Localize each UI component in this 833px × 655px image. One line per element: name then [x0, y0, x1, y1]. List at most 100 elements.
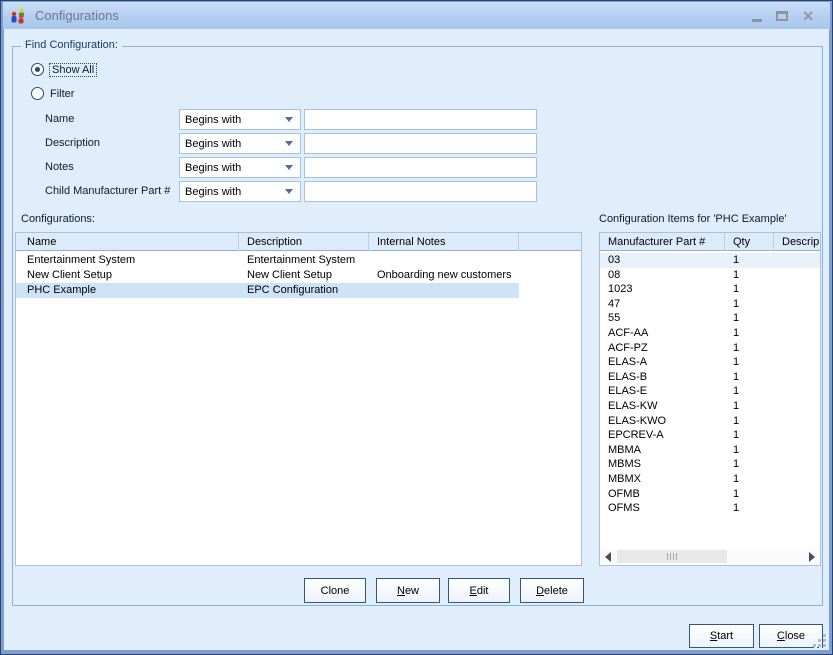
chevron-down-icon[interactable] — [285, 189, 293, 194]
cell-part: 55 — [600, 311, 725, 326]
item-row[interactable]: 031 — [600, 253, 820, 268]
cell-part: ACF-AA — [600, 326, 725, 341]
chevron-down-icon[interactable] — [285, 165, 293, 170]
cell-part: OFMB — [600, 487, 725, 502]
child-part-operator-value: Begins with — [180, 186, 241, 198]
description-operator-combo[interactable]: Begins with — [179, 133, 301, 154]
cell-qty: 1 — [725, 414, 774, 429]
configuration-items-label: Configuration Items for 'PHC Example' — [599, 213, 787, 225]
configurations-list[interactable]: Name Description Internal Notes Entertai… — [15, 232, 582, 566]
column-header-qty[interactable]: Qty — [725, 233, 774, 251]
cell-part: 03 — [600, 253, 725, 268]
item-row[interactable]: 10231 — [600, 282, 820, 297]
column-header-name[interactable]: Name — [16, 233, 239, 251]
column-header-internal-notes[interactable]: Internal Notes — [369, 233, 519, 251]
chevron-down-icon[interactable] — [285, 141, 293, 146]
new-button[interactable]: New — [376, 578, 440, 603]
delete-button[interactable]: Delete — [520, 578, 584, 603]
cell-part: MBMX — [600, 472, 725, 487]
cell-internal-notes — [369, 253, 519, 268]
radio-filter[interactable]: Filter — [31, 87, 74, 100]
item-row[interactable]: 551 — [600, 311, 820, 326]
scrollbar-thumb[interactable] — [617, 550, 727, 563]
radio-filter-label[interactable]: Filter — [50, 88, 74, 100]
child-part-filter-input[interactable] — [304, 181, 537, 202]
cell-qty: 1 — [725, 326, 774, 341]
configurations-list-header: Name Description Internal Notes — [16, 233, 581, 251]
item-row[interactable]: ELAS-B1 — [600, 370, 820, 385]
cell-qty: 1 — [725, 457, 774, 472]
edit-button[interactable]: Edit — [448, 578, 510, 603]
close-icon[interactable]: ✕ — [802, 9, 814, 23]
cell-qty: 1 — [725, 268, 774, 283]
cell-part: 47 — [600, 297, 725, 312]
child-part-operator-combo[interactable]: Begins with — [179, 181, 301, 202]
scroll-left-icon[interactable] — [605, 552, 611, 562]
cell-description: EPC Configuration — [239, 283, 369, 298]
radio-show-all-label[interactable]: Show All — [50, 64, 96, 76]
cell-qty: 1 — [725, 355, 774, 370]
cell-part: 08 — [600, 268, 725, 283]
chevron-down-icon[interactable] — [285, 117, 293, 122]
clone-button[interactable]: Clone — [304, 578, 366, 603]
configurations-dialog: Configurations ✕ Find Configuration: Sho… — [0, 0, 833, 655]
cell-part: EPCREV-A — [600, 428, 725, 443]
item-row[interactable]: ELAS-KWO1 — [600, 414, 820, 429]
cell-internal-notes: Onboarding new customers — [369, 268, 519, 283]
app-icon — [10, 7, 27, 24]
horizontal-scrollbar[interactable] — [601, 549, 819, 564]
filter-label-name: Name — [45, 113, 74, 125]
radio-show-all-circle[interactable] — [31, 63, 44, 76]
cell-part: ELAS-E — [600, 384, 725, 399]
column-header-empty[interactable] — [519, 233, 581, 251]
thumb-grip-icon — [667, 553, 678, 560]
item-row[interactable]: EPCREV-A1 — [600, 428, 820, 443]
scroll-right-icon[interactable] — [809, 552, 815, 562]
radio-show-all[interactable]: Show All — [31, 63, 96, 76]
column-header-description[interactable]: Description — [239, 233, 369, 251]
item-row[interactable]: MBMA1 — [600, 443, 820, 458]
dialog-content: Find Configuration: Show All Filter Name… — [4, 29, 829, 650]
notes-operator-combo[interactable]: Begins with — [179, 157, 301, 178]
item-row[interactable]: 081 — [600, 268, 820, 283]
cell-part: ACF-PZ — [600, 341, 725, 356]
cell-qty: 1 — [725, 297, 774, 312]
resize-grip[interactable] — [814, 635, 826, 647]
configuration-row-selected[interactable]: PHC Example EPC Configuration — [16, 283, 581, 298]
minimize-icon[interactable] — [752, 19, 762, 22]
column-header-manufacturer-part[interactable]: Manufacturer Part # — [600, 233, 725, 251]
item-row[interactable]: ACF-AA1 — [600, 326, 820, 341]
configuration-items-header: Manufacturer Part # Qty Descrip — [600, 233, 820, 251]
notes-filter-input[interactable] — [304, 157, 537, 178]
item-row[interactable]: OFMS1 — [600, 501, 820, 516]
column-header-description[interactable]: Descrip — [774, 233, 820, 251]
radio-filter-circle[interactable] — [31, 87, 44, 100]
item-row[interactable]: ELAS-KW1 — [600, 399, 820, 414]
start-button[interactable]: Start — [689, 624, 754, 648]
cell-qty: 1 — [725, 341, 774, 356]
configuration-row[interactable]: Entertainment System Entertainment Syste… — [16, 253, 581, 268]
item-row[interactable]: MBMS1 — [600, 457, 820, 472]
cell-qty: 1 — [725, 428, 774, 443]
cell-name: New Client Setup — [16, 268, 239, 283]
item-row[interactable]: MBMX1 — [600, 472, 820, 487]
configuration-row[interactable]: New Client Setup New Client Setup Onboar… — [16, 268, 581, 283]
item-row[interactable]: ELAS-A1 — [600, 355, 820, 370]
cell-part: MBMA — [600, 443, 725, 458]
item-row[interactable]: ACF-PZ1 — [600, 341, 820, 356]
titlebar[interactable]: Configurations ✕ — [3, 2, 830, 29]
item-row[interactable]: OFMB1 — [600, 487, 820, 502]
configurations-label: Configurations: — [21, 213, 95, 225]
cell-description: Entertainment System — [239, 253, 369, 268]
description-filter-input[interactable] — [304, 133, 537, 154]
cell-part: ELAS-KWO — [600, 414, 725, 429]
maximize-icon[interactable] — [776, 11, 788, 21]
item-row[interactable]: ELAS-E1 — [600, 384, 820, 399]
cell-part: ELAS-A — [600, 355, 725, 370]
cell-description: New Client Setup — [239, 268, 369, 283]
filter-label-notes: Notes — [45, 161, 74, 173]
configuration-items-list[interactable]: Manufacturer Part # Qty Descrip 031 081 … — [599, 232, 821, 566]
name-filter-input[interactable] — [304, 109, 537, 130]
name-operator-combo[interactable]: Begins with — [179, 109, 301, 130]
item-row[interactable]: 471 — [600, 297, 820, 312]
